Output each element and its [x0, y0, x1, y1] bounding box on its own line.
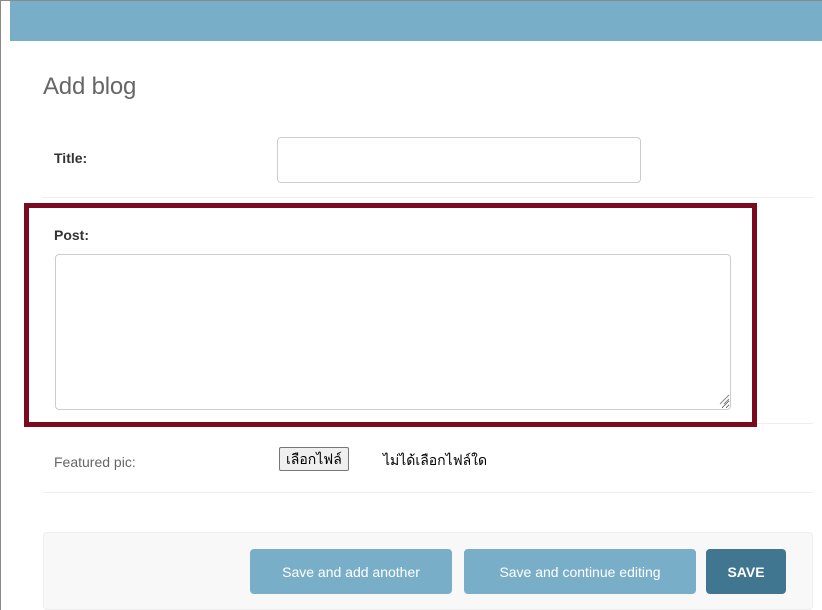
admin-header-bar — [10, 1, 822, 41]
page-title: Add blog — [43, 73, 137, 100]
choose-file-button[interactable]: เลือกไฟล์ — [279, 447, 349, 471]
submit-row: Save and add another Save and continue e… — [43, 532, 813, 610]
save-and-add-another-button[interactable]: Save and add another — [250, 549, 452, 594]
post-label: Post: — [54, 227, 89, 243]
file-status-text: ไม่ได้เลือกไฟล์ใด — [383, 452, 488, 468]
title-input[interactable] — [277, 137, 641, 183]
form-row-post: Post: — [43, 198, 813, 424]
form-row-featured-pic: Featured pic: เลือกไฟล์ ไม่ได้เลือกไฟล์ใ… — [43, 424, 813, 493]
main-content: Add blog Title: Post: Featured pic: เลือ… — [10, 41, 822, 610]
save-button[interactable]: SAVE — [706, 549, 786, 594]
save-and-continue-button[interactable]: Save and continue editing — [464, 549, 696, 594]
post-textarea[interactable] — [55, 254, 731, 410]
featured-pic-label: Featured pic: — [54, 454, 136, 470]
title-label: Title: — [54, 150, 88, 166]
resize-grip-icon[interactable] — [718, 393, 730, 405]
form-row-title: Title: — [43, 127, 813, 198]
